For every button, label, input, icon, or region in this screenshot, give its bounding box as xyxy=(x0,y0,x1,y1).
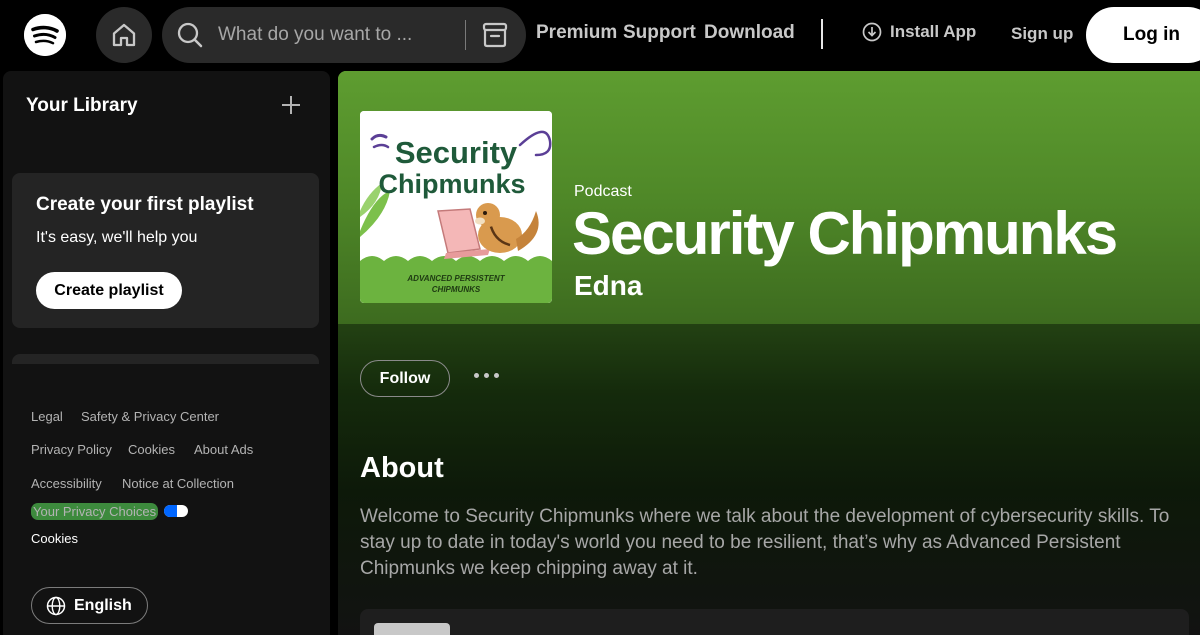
legal-link[interactable]: Legal xyxy=(31,409,63,424)
top-divider xyxy=(821,19,823,49)
search-divider xyxy=(465,20,466,50)
cover-caption-line-2: CHIPMUNKS xyxy=(432,285,481,294)
home-button[interactable] xyxy=(96,7,152,63)
search-input[interactable] xyxy=(218,21,418,49)
follow-button[interactable]: Follow xyxy=(360,360,450,397)
signup-button[interactable]: Sign up xyxy=(1011,24,1073,44)
install-app-label: Install App xyxy=(890,22,977,41)
privacy-choices-label: Your Privacy Choices xyxy=(31,502,159,520)
notice-at-collection-link[interactable]: Notice at Collection xyxy=(122,476,234,491)
podcast-cover-image: Security Chipmunks ADVANCED PERSISTENT C… xyxy=(360,111,552,303)
language-label: English xyxy=(74,596,132,614)
about-heading: About xyxy=(360,452,444,484)
create-playlist-card: Create your first playlist It's easy, we… xyxy=(12,173,319,328)
login-button[interactable]: Log in xyxy=(1086,7,1200,63)
privacy-policy-link[interactable]: Privacy Policy xyxy=(31,442,112,457)
create-playlist-title: Create your first playlist xyxy=(36,194,254,215)
create-playlist-button[interactable]: Create playlist xyxy=(36,272,182,309)
cover-title-line-1: Security xyxy=(395,135,518,170)
privacy-choices-icon xyxy=(164,505,189,517)
about-ads-link[interactable]: About Ads xyxy=(194,442,253,457)
language-button[interactable]: English xyxy=(31,587,148,624)
globe-icon xyxy=(46,596,66,615)
nav-support-link[interactable]: Support xyxy=(623,22,696,44)
show-author-link[interactable]: Edna xyxy=(574,270,642,302)
cover-title-line-2: Chipmunks xyxy=(378,169,525,199)
nav-premium-link[interactable]: Premium xyxy=(536,22,617,44)
about-description: Welcome to Security Chipmunks where we t… xyxy=(360,506,1170,579)
accessibility-link[interactable]: Accessibility xyxy=(31,476,102,491)
main-content: Security Chipmunks ADVANCED PERSISTENT C… xyxy=(338,71,1200,635)
safety-privacy-link[interactable]: Safety & Privacy Center xyxy=(81,409,219,424)
install-app-button[interactable]: Install App xyxy=(862,22,976,42)
show-title: Security Chipmunks xyxy=(572,200,1118,267)
cookies-settings-link[interactable]: Cookies xyxy=(31,531,78,546)
more-options-icon[interactable] xyxy=(474,373,499,378)
create-playlist-subtitle: It's easy, we'll help you xyxy=(36,229,198,246)
spotify-logo-icon[interactable] xyxy=(24,14,66,56)
library-sidebar: Your Library Create your first playlist … xyxy=(3,71,330,635)
cookies-link[interactable]: Cookies xyxy=(128,442,175,457)
plus-icon[interactable] xyxy=(279,93,303,117)
top-bar: Premium Support Download Install App Sig… xyxy=(0,0,1200,70)
privacy-choices-link[interactable]: Your Privacy Choices xyxy=(31,502,189,520)
cover-caption-line-1: ADVANCED PERSISTENT xyxy=(406,274,505,283)
home-icon xyxy=(112,23,136,47)
search-bar xyxy=(162,7,526,63)
login-label: Log in xyxy=(1123,24,1180,45)
episode-card[interactable] xyxy=(360,609,1189,635)
download-icon xyxy=(862,22,882,42)
browse-icon[interactable] xyxy=(480,21,510,49)
nav-download-link[interactable]: Download xyxy=(704,22,795,44)
episode-thumbnail xyxy=(374,623,450,635)
library-title[interactable]: Your Library xyxy=(26,95,138,117)
search-icon[interactable] xyxy=(176,21,204,49)
